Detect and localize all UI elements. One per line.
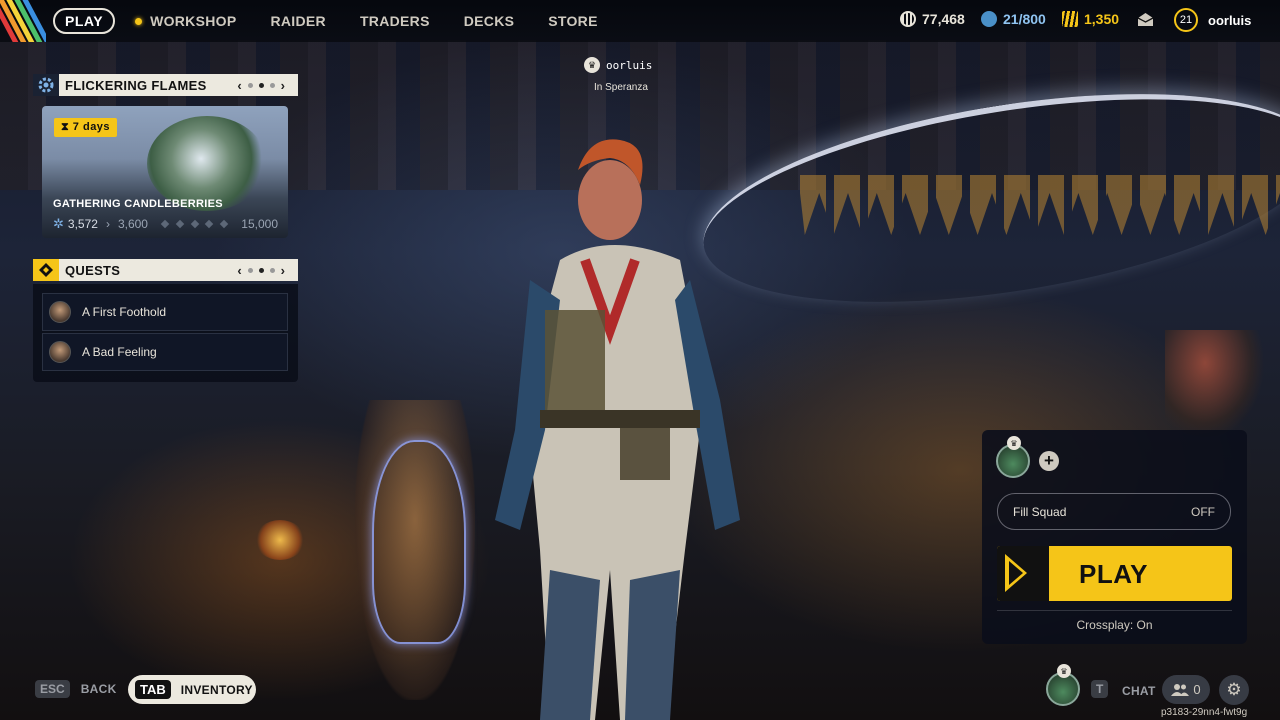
- nav-tab-store[interactable]: STORE: [548, 13, 597, 29]
- event-name: GATHERING CANDLEBERRIES: [53, 198, 223, 210]
- quest-list: A First Foothold A Bad Feeling: [33, 284, 298, 382]
- inventory-label: INVENTORY: [180, 682, 253, 697]
- play-chevron-icon: [997, 546, 1049, 601]
- crossplay-status: Crossplay: On: [1076, 618, 1153, 632]
- nav-tab-decks[interactable]: DECKS: [464, 13, 515, 29]
- tab-key: TAB: [135, 680, 171, 699]
- chat-key[interactable]: T: [1091, 680, 1109, 698]
- tokens-counter[interactable]: 1,350: [1062, 11, 1119, 27]
- tokens-value: 1,350: [1084, 11, 1120, 27]
- progress-next: 3,600: [117, 217, 148, 231]
- player-character: [495, 139, 740, 720]
- player-name: oorluis: [606, 58, 653, 72]
- event-progress: ✲ 3,572 › 3,600 15,000: [53, 216, 278, 232]
- notification-dot-icon: [135, 17, 143, 25]
- player-location: In Speranza: [594, 82, 648, 93]
- credits-value: 21/800: [1003, 11, 1046, 27]
- event-pager: ‹ ›: [234, 74, 298, 96]
- crown-icon: ♛: [1007, 436, 1021, 450]
- quest-giver-avatar: [49, 341, 71, 363]
- quest-item[interactable]: A First Foothold: [42, 293, 288, 331]
- hourglass-icon: ⧗: [61, 121, 70, 133]
- quest-item[interactable]: A Bad Feeling: [42, 333, 288, 371]
- credits-icon: [981, 11, 997, 27]
- nav-tab-raider[interactable]: RAIDER: [270, 13, 325, 29]
- quest-diamond-icon: [33, 259, 59, 281]
- quests-panel-title: QUESTS: [59, 259, 235, 281]
- squad-panel: ♛ + Fill Squad OFF PLAY Crossplay: On: [982, 430, 1247, 644]
- player-nameplate: ♛ oorluis: [584, 57, 652, 73]
- coins-value: 77,468: [922, 11, 965, 27]
- top-navigation-bar: PLAY WORKSHOP RAIDER TRADERS DECKS STORE…: [0, 0, 1280, 42]
- mail-icon: [1137, 13, 1154, 26]
- candleberry-bush-image: [147, 116, 267, 211]
- nav-tab-workshop[interactable]: WORKSHOP: [135, 13, 236, 29]
- quest-title: A First Foothold: [82, 305, 167, 319]
- back-hint[interactable]: ESC BACK: [35, 680, 117, 698]
- event-panel-header: FLICKERING FLAMES ‹ ›: [33, 74, 298, 96]
- play-button[interactable]: PLAY: [997, 546, 1232, 601]
- divider: [997, 610, 1232, 611]
- tokens-icon: [1062, 11, 1078, 27]
- next-arrow-icon[interactable]: ›: [278, 78, 288, 93]
- friends-icon: [1171, 684, 1190, 696]
- fill-squad-toggle[interactable]: Fill Squad OFF: [997, 493, 1231, 530]
- event-card[interactable]: ⧗ 7 days GATHERING CANDLEBERRIES ✲ 3,572…: [42, 106, 288, 238]
- settings-button[interactable]: ⚙: [1219, 675, 1249, 705]
- background-npc: [1165, 330, 1265, 440]
- pager-dot-active: [258, 267, 264, 273]
- gear-icon: ✲: [53, 216, 64, 231]
- nav-tab-traders[interactable]: TRADERS: [360, 13, 430, 29]
- credits-counter[interactable]: 21/800: [981, 11, 1046, 27]
- username[interactable]: oorluis: [1208, 13, 1251, 28]
- crown-icon: ♛: [584, 57, 600, 73]
- event-timer-label: 7 days: [72, 121, 111, 133]
- nav-tab-play[interactable]: PLAY: [53, 8, 116, 34]
- quests-panel-header: QUESTS ‹ ›: [33, 259, 298, 281]
- coin-icon: [900, 11, 916, 27]
- esc-key: ESC: [35, 680, 70, 698]
- gear-icon: [33, 74, 59, 96]
- chevron-right-icon: ›: [105, 217, 110, 231]
- build-id: p3183-29nn4-fwt9g: [1161, 707, 1248, 718]
- inventory-button[interactable]: TAB INVENTORY: [128, 675, 256, 704]
- fire-barrel: [255, 520, 305, 560]
- invite-plus-icon[interactable]: +: [1039, 451, 1059, 471]
- player-level-badge[interactable]: 21: [1174, 8, 1198, 32]
- progress-current: 3,572: [67, 217, 98, 231]
- next-arrow-icon[interactable]: ›: [278, 263, 288, 278]
- mail-button[interactable]: [1137, 12, 1154, 27]
- statue-light-strings: [372, 440, 466, 644]
- quest-title: A Bad Feeling: [82, 345, 157, 359]
- quest-giver-avatar: [49, 301, 71, 323]
- crown-icon: ♛: [1057, 664, 1071, 678]
- play-button-label: PLAY: [1079, 559, 1148, 589]
- progress-pips: [158, 219, 231, 229]
- pager-dot: [269, 82, 275, 88]
- chat-label[interactable]: CHAT: [1122, 684, 1156, 698]
- pager-dot: [247, 82, 253, 88]
- back-label: BACK: [80, 682, 117, 696]
- event-panel-title: FLICKERING FLAMES: [59, 74, 235, 96]
- brand-stripes: [0, 0, 46, 42]
- friends-count: 0: [1193, 682, 1201, 697]
- fill-squad-label: Fill Squad: [1013, 504, 1067, 519]
- coins-counter[interactable]: 77,468: [900, 11, 965, 27]
- gear-icon: ⚙: [1226, 680, 1242, 699]
- event-timer-badge: ⧗ 7 days: [54, 118, 118, 137]
- nav-tab-workshop-label: WORKSHOP: [150, 13, 237, 29]
- progress-max: 15,000: [241, 217, 278, 231]
- fill-squad-value: OFF: [1191, 504, 1215, 519]
- main-nav: PLAY WORKSHOP RAIDER TRADERS DECKS STORE: [53, 8, 632, 34]
- prev-arrow-icon[interactable]: ‹: [234, 263, 244, 278]
- friends-button[interactable]: 0: [1162, 675, 1210, 704]
- pager-dot: [247, 267, 253, 273]
- prev-arrow-icon[interactable]: ‹: [234, 78, 244, 93]
- quests-pager: ‹ ›: [234, 259, 298, 281]
- pager-dot: [269, 267, 275, 273]
- pager-dot-active: [258, 82, 264, 88]
